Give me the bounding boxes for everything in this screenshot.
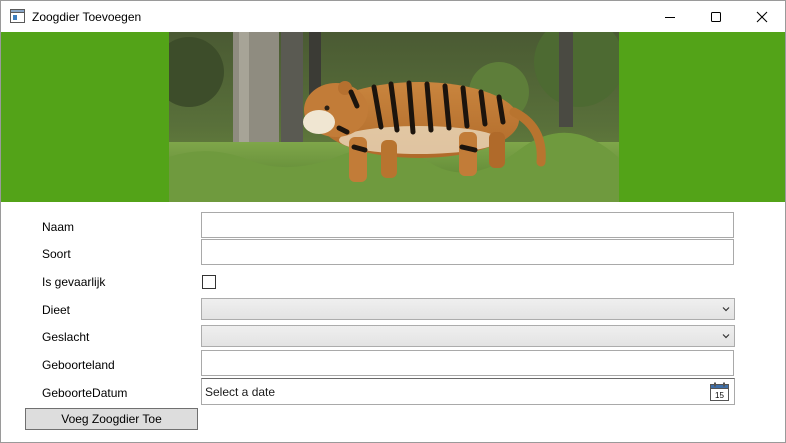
- geboortedatum-label: GeboorteDatum: [42, 386, 128, 400]
- date-placeholder[interactable]: Select a date: [205, 385, 275, 399]
- maximize-icon: [711, 11, 721, 22]
- close-icon: [756, 11, 768, 22]
- window-title: Zoogdier Toevoegen: [32, 10, 142, 24]
- naam-field[interactable]: [201, 212, 734, 238]
- geboorteland-label: Geboorteland: [42, 358, 115, 372]
- geslacht-combobox[interactable]: [201, 325, 735, 347]
- geboortedatum-datepicker[interactable]: Select a date 15: [201, 378, 735, 405]
- tiger-photo: [169, 32, 619, 202]
- app-window: Zoogdier Toevoegen Naam Soort Is gevaarl…: [0, 0, 786, 443]
- app-window-icon: [10, 9, 25, 23]
- dieet-label: Dieet: [42, 303, 71, 317]
- title-bar[interactable]: Zoogdier Toevoegen: [1, 1, 785, 32]
- soort-field[interactable]: [201, 239, 734, 265]
- geslacht-label: Geslacht: [42, 330, 90, 344]
- banner: [1, 32, 785, 202]
- chevron-down-icon: [722, 307, 730, 312]
- chevron-down-icon: [722, 334, 730, 339]
- is-gevaarlijk-checkbox[interactable]: [202, 275, 216, 289]
- geboorteland-field[interactable]: [201, 350, 734, 376]
- is-gevaarlijk-label: Is gevaarlijk: [42, 275, 106, 289]
- calendar-day-text: 15: [715, 391, 724, 400]
- calendar-icon[interactable]: 15: [710, 382, 729, 401]
- soort-input[interactable]: [202, 240, 733, 264]
- maximize-button[interactable]: [693, 1, 739, 32]
- soort-label: Soort: [42, 247, 71, 261]
- dieet-combobox[interactable]: [201, 298, 735, 320]
- geboorteland-input[interactable]: [202, 351, 733, 375]
- close-button[interactable]: [739, 1, 785, 32]
- naam-input[interactable]: [202, 213, 733, 237]
- add-mammal-button[interactable]: Voeg Zoogdier Toe: [25, 408, 198, 430]
- minimize-icon: [665, 16, 675, 18]
- minimize-button[interactable]: [647, 1, 693, 32]
- naam-label: Naam: [42, 220, 75, 234]
